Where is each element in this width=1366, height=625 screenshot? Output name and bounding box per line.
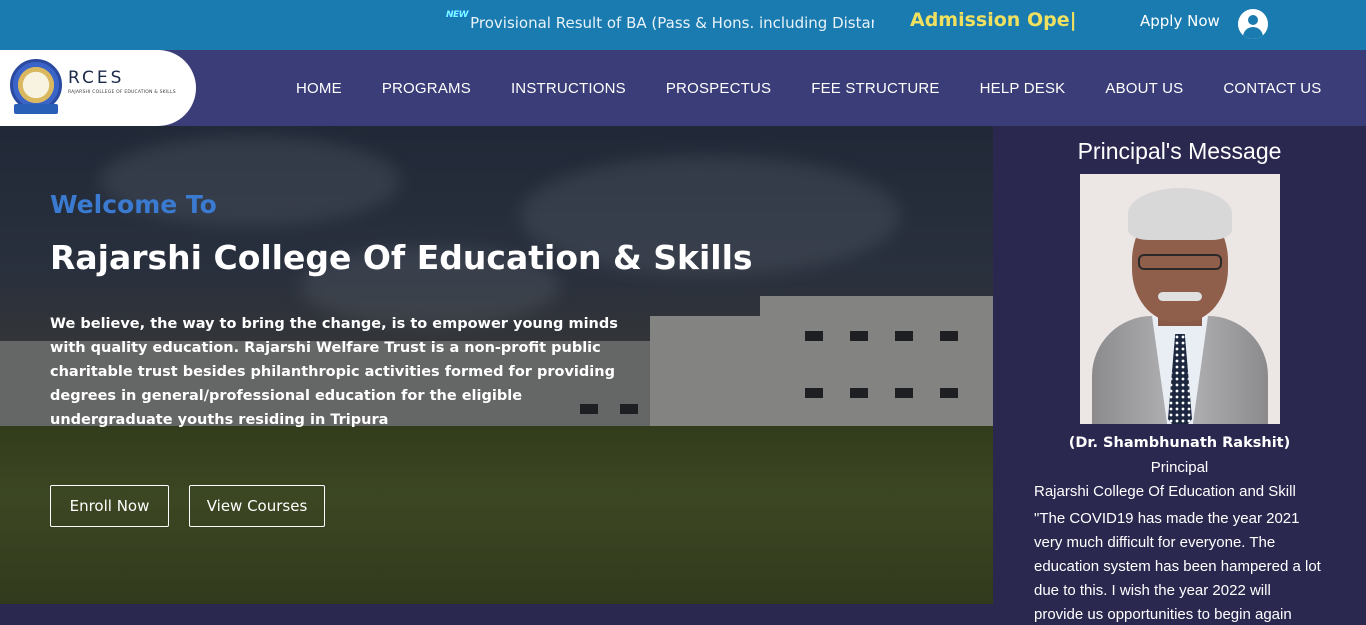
principal-role: Principal <box>1150 459 1209 476</box>
photo-mustache <box>1158 292 1202 301</box>
photo-hair <box>1128 188 1232 240</box>
seal-ribbon <box>14 104 58 114</box>
nav-menu: HOME PROGRAMS INSTRUCTIONS PROSPECTUS FE… <box>296 50 1322 126</box>
view-courses-button[interactable]: View Courses <box>189 485 325 527</box>
principal-college-line: Rajarshi College Of Education and Skill <box>1034 483 1296 500</box>
top-announcement-bar: NEW Provisional Result of BA (Pass & Hons… <box>0 0 1366 50</box>
nav-item-about-us[interactable]: ABOUT US <box>1105 80 1183 97</box>
user-icon-head <box>1248 15 1258 25</box>
nav-item-help-desk[interactable]: HELP DESK <box>980 80 1066 97</box>
news-ticker[interactable]: NEW Provisional Result of BA (Pass & Hons… <box>446 10 874 36</box>
nav-item-contact-us[interactable]: CONTACT US <box>1223 80 1321 97</box>
principal-name: (Dr. Shambhunath Rakshit) <box>1068 435 1291 451</box>
nav-item-fee-structure[interactable]: FEE STRUCTURE <box>811 80 939 97</box>
nav-item-instructions[interactable]: INSTRUCTIONS <box>511 80 626 97</box>
nav-item-home[interactable]: HOME <box>296 80 342 97</box>
principal-photo <box>1080 174 1280 424</box>
principal-message-text: "The COVID19 has made the year 2021 very… <box>1034 510 1321 623</box>
admission-open-text: Admission Ope| <box>910 9 1077 31</box>
principal-message-panel: Principal's Message (Dr. Shambhunath Rak… <box>993 126 1366 625</box>
principal-message-heading: Principal's Message <box>1077 138 1282 164</box>
main-navbar: RCES RAJARSHI COLLEGE OF EDUCATION & SKI… <box>0 50 1366 126</box>
college-description: We believe, the way to bring the change,… <box>50 316 618 428</box>
nav-item-prospectus[interactable]: PROSPECTUS <box>666 80 771 97</box>
ticker-text[interactable]: Provisional Result of BA (Pass & Hons. i… <box>470 14 874 32</box>
hero-banner: Welcome To Rajarshi College Of Education… <box>0 126 993 604</box>
logo-title: RCES <box>68 68 125 88</box>
site-logo[interactable]: RCES RAJARSHI COLLEGE OF EDUCATION & SKI… <box>0 50 196 126</box>
photo-glasses <box>1138 254 1222 270</box>
college-name-heading: Rajarshi College Of Education & Skills <box>50 238 753 277</box>
welcome-heading: Welcome To <box>50 190 217 219</box>
user-icon-body <box>1243 27 1263 39</box>
new-badge-icon: NEW <box>446 10 469 20</box>
logo-subtitle: RAJARSHI COLLEGE OF EDUCATION & SKILLS <box>68 90 176 95</box>
user-circle-icon[interactable] <box>1238 9 1268 39</box>
nav-item-programs[interactable]: PROGRAMS <box>382 80 471 97</box>
enroll-now-button[interactable]: Enroll Now <box>50 485 169 527</box>
apply-now-link[interactable]: Apply Now <box>1140 12 1220 30</box>
